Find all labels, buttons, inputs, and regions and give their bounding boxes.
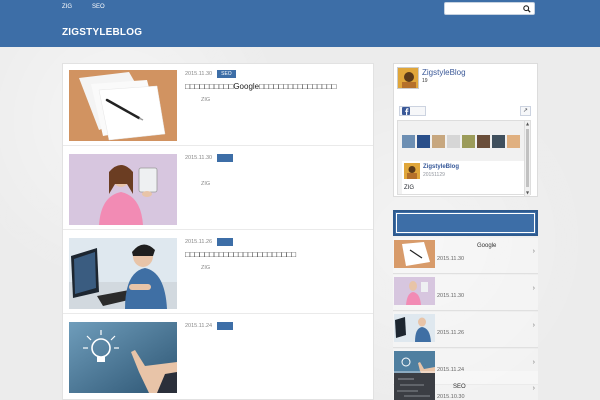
post-list: 2015.11.30 SEO □□□□□□□□□□Google□□□□□□□□□…: [62, 63, 374, 400]
chevron-right-icon: ›: [532, 285, 535, 292]
post-author: ZIG: [201, 181, 211, 187]
category-badge[interactable]: [217, 238, 234, 246]
list-item[interactable]: Google 2015.11.30 ›: [393, 238, 538, 274]
post-date: 2015.11.30: [185, 71, 213, 77]
list-date: 2015.10.30: [437, 394, 465, 400]
share-button[interactable]: ↗: [520, 106, 531, 116]
feed-scrollbar[interactable]: ▲ ▼: [524, 121, 530, 196]
facebook-icon: [402, 107, 410, 115]
nav-item-zig[interactable]: ZIG: [62, 4, 72, 10]
list-title: SEO: [453, 384, 466, 390]
post-author: ZIG: [201, 97, 211, 103]
post-meta: 2015.11.30 SEO: [185, 70, 236, 78]
post-meta: 2015.11.30: [185, 154, 234, 162]
top-nav: ZIG SEO: [62, 4, 105, 10]
nav-item-seo[interactable]: SEO: [92, 4, 105, 10]
facebook-page-widget: ZigstyleBlog 19 ↗ ZigstyleBlog 20151129 …: [393, 63, 538, 197]
post-date: 2015.11.26: [185, 239, 213, 245]
post-text: ZIG: [404, 185, 414, 191]
list-date: 2015.11.26: [437, 330, 465, 336]
post-author: ZIG: [201, 265, 211, 271]
post-thumbnail[interactable]: [69, 154, 177, 225]
post-meta: 2015.11.24: [185, 322, 234, 330]
list-title: Google: [477, 243, 497, 249]
list-thumbnail: [394, 277, 435, 305]
list-item[interactable]: SEO 2015.10.30 ›: [393, 371, 538, 400]
like-button[interactable]: [399, 106, 426, 116]
search-box: [444, 2, 535, 15]
site-title[interactable]: ZIGSTYLEBLOG: [62, 27, 142, 38]
list-item[interactable]: 2015.11.30 ›: [393, 275, 538, 311]
list-thumbnail: [394, 314, 435, 342]
post-thumbnail[interactable]: [69, 238, 177, 309]
chevron-right-icon: ›: [532, 248, 535, 255]
post-meta: 2015.11.26: [185, 238, 234, 246]
category-badge[interactable]: SEO: [217, 70, 236, 78]
page-avatar[interactable]: [397, 67, 419, 89]
post-avatar: [404, 163, 420, 179]
list-date: 2015.11.30: [437, 256, 465, 262]
post-card[interactable]: 2015.11.30 ZIG: [63, 148, 373, 230]
facebook-post[interactable]: ZigstyleBlog 20151129 ZIG: [402, 161, 526, 194]
like-count: 19: [422, 78, 428, 84]
post-date: 2015.11.30: [185, 155, 213, 161]
post-author-name[interactable]: ZigstyleBlog: [423, 164, 459, 170]
chevron-right-icon: ›: [532, 359, 535, 366]
post-title[interactable]: □□□□□□□□□□Google□□□□□□□□□□□□□□□□: [185, 82, 336, 91]
post-card[interactable]: 2015.11.30 SEO □□□□□□□□□□Google□□□□□□□□□…: [63, 64, 373, 146]
post-thumbnail[interactable]: [69, 70, 177, 141]
list-item[interactable]: 2015.11.26 ›: [393, 312, 538, 348]
popular-posts-widget: Google 2015.11.30 › 2015.11.30 › 2015.11…: [393, 210, 538, 400]
chevron-right-icon: ›: [532, 385, 535, 392]
post-card[interactable]: 2015.11.24: [63, 316, 373, 398]
list-thumbnail: [394, 240, 435, 268]
chevron-right-icon: ›: [532, 322, 535, 329]
facebook-feed: ZigstyleBlog 20151129 ZIG ▲ ▼: [397, 120, 531, 196]
post-title[interactable]: □□□□□□□□□□□□□□□□□□□□□□□: [185, 250, 296, 259]
category-badge[interactable]: [217, 322, 234, 330]
list-date: 2015.11.30: [437, 293, 465, 299]
post-thumbnail[interactable]: [69, 322, 177, 393]
search-input[interactable]: [448, 4, 518, 14]
widget-header: [393, 210, 538, 236]
fan-avatars: [402, 135, 520, 148]
site-header: ZIG SEO ZIGSTYLEBLOG: [0, 0, 600, 47]
scroll-down-icon[interactable]: ▼: [525, 190, 530, 196]
post-date: 2015.11.24: [185, 323, 213, 329]
post-date: 20151129: [423, 172, 445, 178]
category-badge[interactable]: [217, 154, 234, 162]
search-icon[interactable]: [523, 5, 531, 13]
list-thumbnail: [394, 373, 435, 400]
page-name[interactable]: ZigstyleBlog: [422, 68, 466, 77]
post-card[interactable]: 2015.11.26 □□□□□□□□□□□□□□□□□□□□□□□ ZIG: [63, 232, 373, 314]
scroll-up-icon[interactable]: ▲: [525, 121, 530, 127]
scroll-thumb[interactable]: [526, 129, 529, 187]
